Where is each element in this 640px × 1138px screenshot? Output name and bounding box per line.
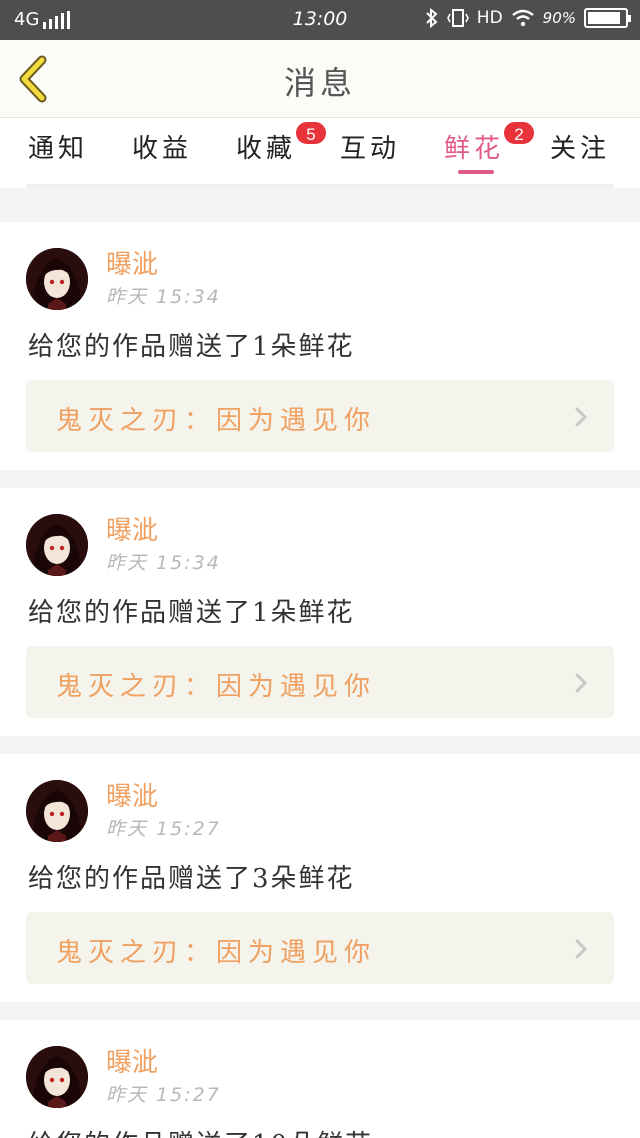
message-text: 给您的作品赠送了3朵鲜花	[28, 864, 355, 894]
message-card: 曝泚 昨天 15:27 给您的作品赠送了10朵鲜花	[0, 1020, 640, 1138]
tab-notification[interactable]: 通知	[28, 128, 88, 165]
avatar[interactable]	[26, 780, 88, 842]
message-card: 曝泚 昨天 15:34 给您的作品赠送了1朵鲜花 鬼灭之刃：因为遇见你	[0, 222, 640, 470]
bluetooth-icon	[426, 8, 438, 28]
avatar-image	[26, 780, 88, 842]
avatar-image	[26, 1046, 88, 1108]
status-bar: 4G 13:00 HD 90%	[0, 0, 640, 40]
message-text: 给您的作品赠送了10朵鲜花	[28, 1124, 373, 1138]
tab-following[interactable]: 关注	[550, 128, 610, 165]
username[interactable]: 曝泚	[106, 776, 158, 813]
chevron-right-icon	[575, 407, 588, 427]
tab-flowers[interactable]: 鲜花 2	[444, 120, 536, 165]
chevron-right-icon	[575, 673, 588, 693]
hd-label: HD	[476, 8, 503, 28]
tab-label: 收藏	[236, 134, 297, 164]
work-title: 鬼灭之刃：因为遇见你	[56, 406, 377, 436]
avatar[interactable]	[26, 514, 88, 576]
username[interactable]: 曝泚	[106, 244, 158, 281]
battery-level	[588, 12, 621, 24]
message-text: 给您的作品赠送了1朵鲜花	[28, 332, 355, 362]
chevron-right-icon	[575, 939, 588, 959]
battery-icon	[584, 8, 631, 28]
username[interactable]: 曝泚	[106, 510, 158, 547]
message-text: 给您的作品赠送了1朵鲜花	[28, 598, 355, 628]
work-link[interactable]: 鬼灭之刃：因为遇见你	[26, 912, 614, 984]
tab-bar: 通知 收益 收藏 5 互动 鲜花 2 关注	[0, 118, 640, 188]
top-app-bar: 消息	[0, 40, 640, 118]
tab-label: 关注	[550, 134, 611, 164]
timestamp: 昨天 15:27	[106, 1084, 221, 1106]
timestamp: 昨天 15:27	[106, 818, 221, 840]
tab-favorites[interactable]: 收藏 5	[236, 120, 328, 165]
tab-label: 互动	[340, 134, 401, 164]
avatar[interactable]	[26, 248, 88, 310]
tab-label: 通知	[28, 134, 89, 164]
avatar-image	[26, 248, 88, 310]
vibrate-icon	[446, 9, 469, 27]
tab-label: 收益	[132, 134, 193, 164]
avatar-image	[26, 514, 88, 576]
work-title: 鬼灭之刃：因为遇见你	[56, 672, 377, 702]
active-tab-indicator	[458, 170, 494, 174]
tab-label: 鲜花	[444, 134, 505, 164]
work-link[interactable]: 鬼灭之刃：因为遇见你	[26, 646, 614, 718]
page-title: 消息	[283, 64, 356, 102]
work-link[interactable]: 鬼灭之刃：因为遇见你	[26, 380, 614, 452]
message-card: 曝泚 昨天 15:34 给您的作品赠送了1朵鲜花 鬼灭之刃：因为遇见你	[0, 488, 640, 736]
divider	[26, 184, 614, 188]
message-card: 曝泚 昨天 15:27 给您的作品赠送了3朵鲜花 鬼灭之刃：因为遇见你	[0, 754, 640, 1002]
tab-interaction[interactable]: 互动	[340, 128, 400, 165]
unread-badge: 5	[294, 120, 328, 146]
status-icons: HD 90%	[425, 8, 631, 28]
username[interactable]: 曝泚	[106, 1042, 158, 1079]
battery-percent: 90%	[542, 9, 576, 27]
work-title: 鬼灭之刃：因为遇见你	[56, 938, 377, 968]
avatar[interactable]	[26, 1046, 88, 1108]
unread-badge: 2	[502, 120, 536, 146]
wifi-icon	[511, 9, 534, 27]
tab-earnings[interactable]: 收益	[132, 128, 192, 165]
timestamp: 昨天 15:34	[106, 286, 221, 308]
timestamp: 昨天 15:34	[106, 552, 221, 574]
